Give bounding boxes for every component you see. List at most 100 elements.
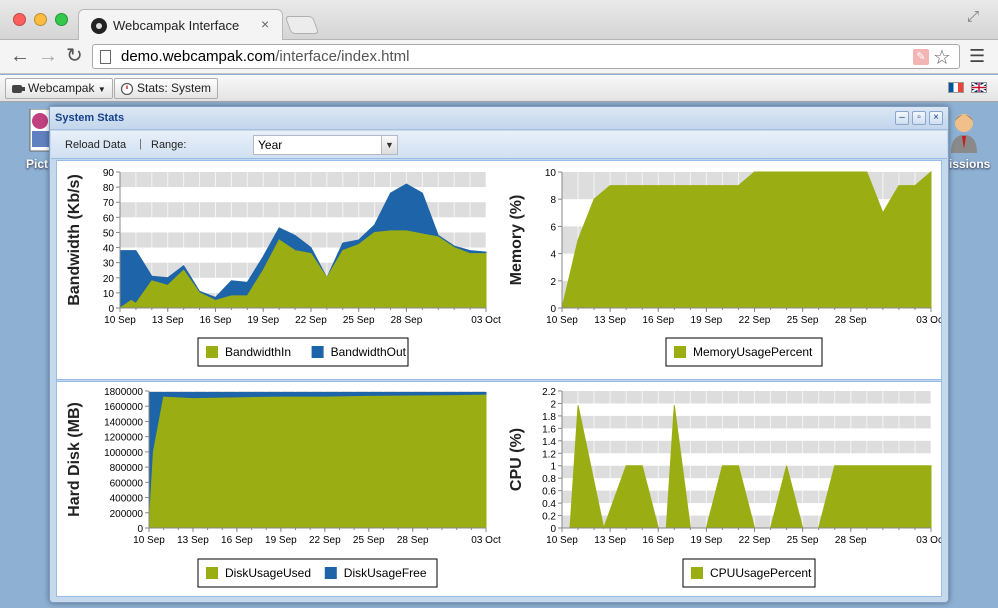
cpu-grid-band <box>562 391 931 404</box>
charts-container: 0 10 20 30 40 50 60 70 80 90 10 Sep 13 Sep 16 Sep 19 … <box>56 160 942 597</box>
pencil-icon[interactable]: ✎ <box>913 49 929 65</box>
user-permissions-desktop-icon[interactable] <box>948 109 980 153</box>
bandwidth-y-tick-label: 60 <box>103 213 115 224</box>
memory-y-tick-label: 8 <box>550 195 556 206</box>
memory-x-tick-label: 19 Sep <box>691 315 723 326</box>
cpu-y-tick-label: 0.2 <box>542 512 556 523</box>
webcampak-favicon-icon <box>91 18 107 34</box>
range-label: Range: <box>151 139 187 151</box>
disk-legend-swatch <box>206 567 218 579</box>
browser-toolbar: ← → ↻ demo.webcampak.com/interface/index… <box>0 40 998 74</box>
back-arrow-icon[interactable]: ← <box>10 45 30 67</box>
disk-y-tick-label: 400000 <box>110 494 144 505</box>
cpu-y-tick-label: 1.4 <box>542 437 556 448</box>
window-title: System Stats <box>55 112 125 124</box>
system-stats-window: System Stats – ▫ × Reload Data | Range: … <box>49 106 949 603</box>
memory-x-tick-label: 28 Sep <box>835 315 867 326</box>
cpu-legend-label: CPUUsagePercent <box>710 566 812 580</box>
hamburger-menu-icon[interactable]: ☰ <box>969 46 985 67</box>
cpu-y-tick-label: 1 <box>550 462 556 473</box>
memory-x-tick-label: 10 Sep <box>546 315 578 326</box>
chevron-down-icon[interactable]: ▼ <box>381 136 397 154</box>
cpu-y-tick-label: 0.4 <box>542 499 556 510</box>
bandwidth-y-tick-label: 0 <box>108 304 114 315</box>
cpu-x-tick-label: 25 Sep <box>787 535 819 546</box>
disk-y-tick-label: 1000000 <box>104 448 143 459</box>
memory-legend-swatch <box>674 346 686 358</box>
memory-x-tick-label: 03 Oct <box>916 315 941 326</box>
disk-x-tick-label: 22 Sep <box>309 535 341 546</box>
bandwidth-y-tick-label: 40 <box>103 244 115 255</box>
bandwidth-x-tick-label: 10 Sep <box>104 315 136 326</box>
disk-legend-swatch <box>324 567 337 579</box>
memory-x-tick-label: 16 Sep <box>642 315 674 326</box>
address-bar[interactable]: demo.webcampak.com/interface/index.html … <box>92 44 960 69</box>
range-select[interactable]: Year ▼ <box>253 135 398 155</box>
new-tab-button[interactable] <box>284 16 320 34</box>
cpu-grid-band <box>562 440 931 454</box>
tab-title: Webcampak Interface <box>113 18 240 33</box>
disk-y-tick-label: 800000 <box>110 463 144 474</box>
permissions-desktop-label[interactable]: issions <box>949 157 990 171</box>
bandwidth-legend-label: BandwidthOut <box>331 345 407 359</box>
maximize-icon[interactable]: ▫ <box>912 111 926 125</box>
bandwidth-y-tick-label: 90 <box>103 168 115 179</box>
bandwidth-legend-label: BandwidthIn <box>225 345 291 359</box>
pictures-desktop-label[interactable]: Pict <box>26 157 48 171</box>
memory-y-tick-label: 4 <box>550 250 556 261</box>
browser-titlebar: Webcampak Interface × ⤢ <box>0 0 998 40</box>
memory-x-tick-label: 25 Sep <box>787 315 819 326</box>
cpu-y-tick-label: 2.2 <box>542 387 556 398</box>
bandwidth-legend-swatch <box>311 346 324 358</box>
reload-data-button[interactable]: Reload Data <box>65 139 126 151</box>
memory-x-tick-label: 13 Sep <box>594 315 626 326</box>
cpu-y-axis-label: CPU (%) <box>508 428 525 491</box>
memory-y-axis-label: Memory (%) <box>508 195 525 286</box>
disk-x-tick-label: 19 Sep <box>265 535 297 546</box>
uk-flag-icon[interactable] <box>971 82 987 93</box>
cpu-x-tick-label: 22 Sep <box>739 535 771 546</box>
french-flag-icon[interactable] <box>948 82 964 93</box>
disk-area-diskusageused <box>148 394 487 529</box>
stats-system-button[interactable]: Stats: System <box>114 78 219 99</box>
bandwidth-x-tick-label: 16 Sep <box>200 315 232 326</box>
reload-icon[interactable]: ↻ <box>66 45 83 67</box>
bandwidth-y-tick-label: 70 <box>103 198 115 209</box>
tab-close-icon[interactable]: × <box>261 16 269 32</box>
disk-y-axis-label: Hard Disk (MB) <box>66 402 83 517</box>
bandwidth-y-tick-label: 10 <box>103 289 115 300</box>
stopwatch-icon <box>120 82 134 95</box>
bandwidth-grid-band <box>120 172 486 188</box>
close-window-icon[interactable] <box>13 13 26 26</box>
forward-arrow-icon[interactable]: → <box>38 45 58 67</box>
zoom-window-icon[interactable] <box>55 13 68 26</box>
close-icon[interactable]: × <box>929 111 943 125</box>
toolbar-separator: | <box>139 138 142 150</box>
minimize-icon[interactable]: – <box>895 111 909 125</box>
disk-y-tick-label: 600000 <box>110 478 144 489</box>
bookmark-star-icon[interactable]: ☆ <box>933 45 951 70</box>
memory-y-tick-label: 2 <box>550 277 556 288</box>
cpu-x-tick-label: 13 Sep <box>594 535 626 546</box>
bandwidth-y-axis-label: Bandwidth (Kb/s) <box>66 174 83 306</box>
bandwidth-x-tick-label: 03 Oct <box>471 315 501 326</box>
cpu-y-tick-label: 1.2 <box>542 449 556 460</box>
bandwidth-x-tick-label: 25 Sep <box>343 315 375 326</box>
cpu-x-tick-label: 03 Oct <box>916 535 941 546</box>
window-header[interactable]: System Stats – ▫ × <box>50 107 948 130</box>
fullscreen-icon[interactable]: ⤢ <box>967 8 979 25</box>
url-text[interactable]: demo.webcampak.com/interface/index.html <box>121 48 409 65</box>
disk-y-tick-label: 1200000 <box>104 433 143 444</box>
cpu-legend-swatch <box>691 567 703 579</box>
webcampak-menu-label: Webcampak <box>28 81 95 95</box>
minimize-window-icon[interactable] <box>34 13 47 26</box>
memory-y-tick-label: 10 <box>545 168 557 179</box>
disk-y-tick-label: 200000 <box>110 509 144 520</box>
disk-x-tick-label: 03 Oct <box>471 535 501 546</box>
range-value: Year <box>258 138 283 152</box>
cpu-x-tick-label: 10 Sep <box>546 535 578 546</box>
webcampak-menu-button[interactable]: Webcampak ▼ <box>5 78 113 99</box>
browser-tab[interactable]: Webcampak Interface × <box>78 9 283 40</box>
cpu-x-tick-label: 28 Sep <box>835 535 867 546</box>
cpu-y-tick-label: 2 <box>550 399 556 410</box>
